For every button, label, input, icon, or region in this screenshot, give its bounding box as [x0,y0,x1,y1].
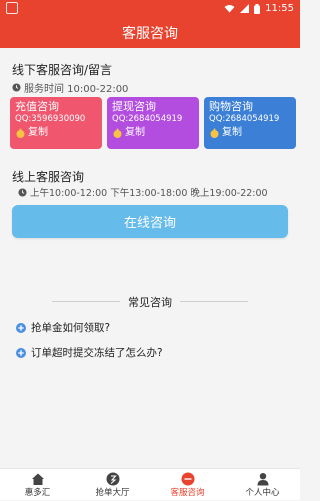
copy-button[interactable]: 复制 [209,126,291,140]
main-content: 线下客服咨询/留言 服务时间 10:00-22:00 充值咨询 QQ:35969… [0,48,300,468]
online-consult-label: 在线咨询 [123,216,176,231]
tab-label: 客服咨询 [170,488,205,498]
copy-label: 复制 [222,127,242,138]
faq-item[interactable]: 订单超时提交冻结了怎么办? [16,345,163,360]
bottom-tab-bar: 惠多汇 抢单大厅 客服咨询 个人中心 [0,468,300,500]
hand-icon [210,128,219,138]
online-section-title: 线上客服咨询 [12,170,85,184]
offline-service-time: 服务时间 10:00-22:00 [12,80,128,95]
person-icon [257,473,268,486]
shopping-card: 购物咨询 QQ:2684054919 复制 [204,97,296,149]
tab-label: 个人中心 [245,488,280,498]
clock-icon [18,187,27,197]
card-title: 购物咨询 [209,100,253,113]
card-qq: QQ:2684054919 [112,114,183,124]
status-time: 11:55 [265,3,294,14]
hand-icon [113,128,122,138]
faq-question: 抢单金如何领取? [31,322,111,334]
recharge-card: 充值咨询 QQ:3596930090 复制 [10,97,102,149]
faq-question: 订单超时提交冻结了怎么办? [31,347,163,359]
plus-circle-icon [16,322,26,333]
plus-circle-icon [16,347,26,358]
tab-label: 抢单大厅 [95,488,130,498]
tab-personal-center[interactable]: 个人中心 [225,469,300,501]
online-consult-button[interactable]: 在线咨询 [12,205,288,238]
battery-icon [254,3,261,14]
copy-button[interactable]: 复制 [112,126,194,140]
tab-home[interactable]: 惠多汇 [0,469,75,501]
copy-label: 复制 [28,127,48,138]
faq-header: 常见咨询 [52,294,248,309]
hand-icon [16,128,25,138]
copy-label: 复制 [125,127,145,138]
contact-cards: 充值咨询 QQ:3596930090 复制 提现咨询 QQ:2684054919… [10,97,297,149]
card-title: 充值咨询 [15,100,59,113]
online-service-time: 上午10:00-12:00 下午13:00-18:00 晚上19:00-22:0… [18,185,268,199]
service-time-text: 服务时间 10:00-22:00 [24,84,129,95]
copy-button[interactable]: 复制 [15,126,97,140]
card-qq: QQ:3596930090 [15,114,86,124]
card-title: 提现咨询 [112,100,156,113]
customer-service-icon [181,472,194,486]
status-bar: 11:55 [0,0,300,17]
clock-icon [12,83,21,92]
withdraw-card: 提现咨询 QQ:2684054919 复制 [107,97,199,149]
tab-label: 惠多汇 [24,488,51,498]
faq-item[interactable]: 抢单金如何领取? [16,320,110,335]
grab-order-icon [106,472,119,486]
page-title: 客服咨询 [122,25,178,42]
home-icon [31,473,44,485]
faq-title: 常见咨询 [128,296,172,309]
offline-section-title: 线下客服咨询/留言 [12,63,113,77]
online-time-text: 上午10:00-12:00 下午13:00-18:00 晚上19:00-22:0… [30,188,268,199]
wifi-icon [224,4,235,13]
tab-customer-service[interactable]: 客服咨询 [150,469,225,501]
notification-icon [6,2,18,14]
app-header: 客服咨询 [0,17,300,48]
tab-grab-order[interactable]: 抢单大厅 [75,469,150,501]
card-qq: QQ:2684054919 [209,114,280,124]
signal-icon [240,4,250,13]
